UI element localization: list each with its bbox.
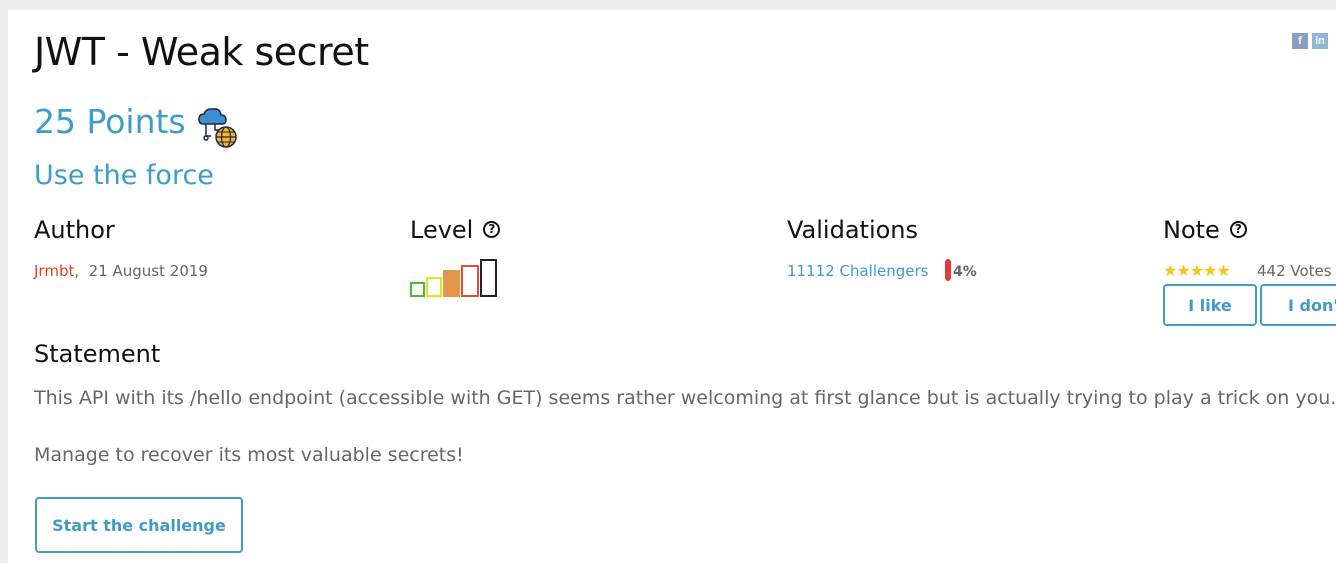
page-title: JWT - Weak secret xyxy=(34,30,369,74)
level-indicator xyxy=(410,259,497,297)
author-info: Jrmbt, 21 August 2019 xyxy=(34,262,208,280)
facebook-share-icon[interactable]: f xyxy=(1292,33,1308,49)
challenge-card xyxy=(8,10,1336,563)
validation-rate-value: 4% xyxy=(953,264,977,280)
validation-rate: 4% xyxy=(945,259,977,283)
dislike-button[interactable]: I don't xyxy=(1260,284,1336,326)
author-date: 21 August 2019 xyxy=(88,262,208,280)
level-bar-3 xyxy=(443,270,460,297)
level-label: Level xyxy=(410,216,474,244)
level-bar-2 xyxy=(426,277,442,297)
linkedin-share-icon[interactable]: in xyxy=(1312,33,1328,49)
statement-paragraph: This API with its /hello endpoint (acces… xyxy=(34,387,1336,409)
statement-label: Statement xyxy=(34,340,161,368)
validation-rate-bar xyxy=(945,259,951,281)
author-label: Author xyxy=(34,216,115,244)
level-bar-4 xyxy=(461,265,479,297)
note-help-icon[interactable]: ? xyxy=(1229,220,1247,238)
challenge-subtitle: Use the force xyxy=(34,160,214,191)
vote-count: 442 Votes xyxy=(1257,262,1332,280)
cloud-web-icon xyxy=(198,108,237,148)
validations-label: Validations xyxy=(787,216,919,244)
start-challenge-button[interactable]: Start the challenge xyxy=(35,497,243,553)
challenge-points: 25 Points xyxy=(34,102,186,141)
like-button[interactable]: I like xyxy=(1163,284,1257,326)
star-rating: ★★★★★ xyxy=(1163,261,1231,280)
level-help-icon[interactable]: ? xyxy=(483,220,501,238)
note-heading: Note? xyxy=(1163,216,1247,244)
author-link[interactable]: Jrmbt xyxy=(34,262,74,280)
note-label: Note xyxy=(1163,216,1220,244)
statement-paragraph: Manage to recover its most valuable secr… xyxy=(34,444,464,466)
share-links: f in xyxy=(1292,33,1328,49)
level-bar-5 xyxy=(480,259,497,297)
level-heading: Level? xyxy=(410,216,501,244)
level-bar-1 xyxy=(410,282,425,297)
challengers-link[interactable]: 11112 Challengers xyxy=(787,262,928,280)
